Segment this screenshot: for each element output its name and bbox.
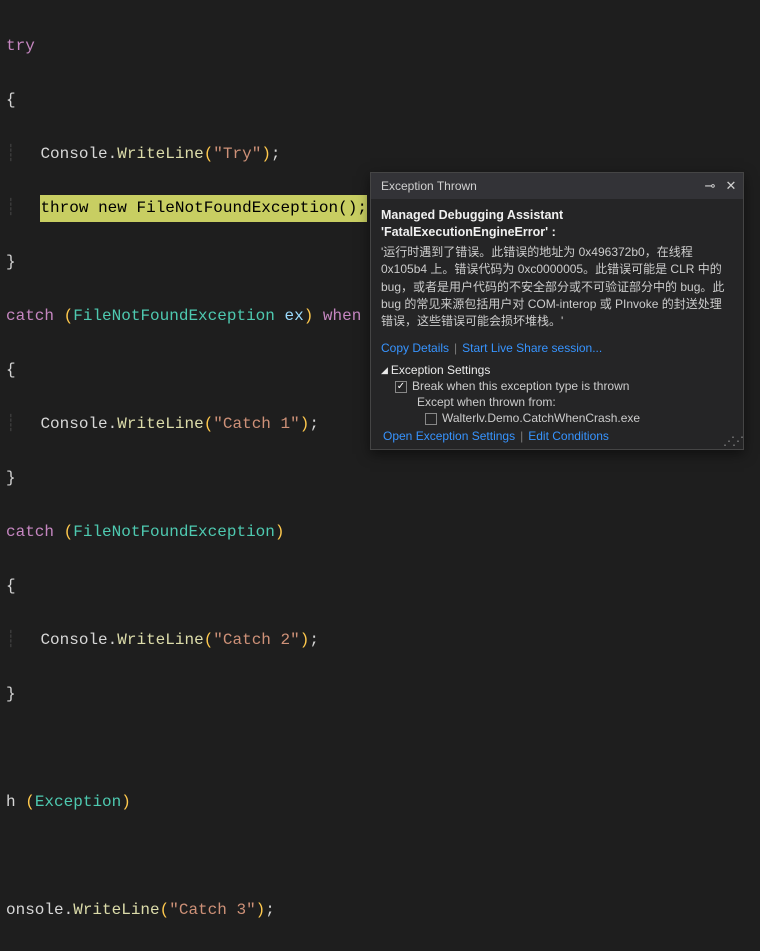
except-item-checkbox[interactable]: [425, 413, 437, 425]
resize-grip-icon[interactable]: ⋰⋰: [723, 434, 741, 449]
except-item-label: Walterlv.Demo.CatchWhenCrash.exe: [442, 411, 640, 425]
code-line: }: [6, 465, 760, 492]
code-line: ┊ Console.WriteLine("Try");: [6, 141, 760, 168]
code-line: h (Exception): [6, 789, 760, 816]
code-line: ┊ Console.WriteLine("Catch 2");: [6, 627, 760, 654]
code-line: [6, 735, 760, 762]
code-line: {: [6, 573, 760, 600]
edit-conditions-link[interactable]: Edit Conditions: [528, 429, 609, 443]
exception-message-body: '运行时遇到了错误。此错误的地址为 0x496372b0，在线程 0x105b4…: [381, 244, 733, 331]
code-line: }: [6, 681, 760, 708]
exception-popup: Exception Thrown ⊸ ✕ Managed Debugging A…: [370, 172, 744, 450]
copy-details-link[interactable]: Copy Details: [381, 341, 449, 355]
exception-message-title: Managed Debugging Assistant 'FatalExecut…: [381, 207, 733, 241]
expand-triangle-icon: ◢: [381, 365, 388, 376]
close-icon[interactable]: ✕: [723, 178, 739, 194]
break-checkbox-label: Break when this exception type is thrown: [412, 379, 629, 393]
popup-body: Managed Debugging Assistant 'FatalExecut…: [371, 199, 743, 449]
code-line: onsole.WriteLine("Catch 3");: [6, 897, 760, 924]
start-liveshare-link[interactable]: Start Live Share session...: [462, 341, 602, 355]
code-line: try: [6, 33, 760, 60]
code-line: catch (FileNotFoundException): [6, 519, 760, 546]
brace-open: {: [6, 91, 16, 109]
exception-settings-header[interactable]: ◢Exception Settings: [381, 363, 733, 377]
code-line: [6, 843, 760, 870]
break-checkbox[interactable]: ✓: [395, 381, 407, 393]
popup-title: Exception Thrown: [381, 179, 702, 193]
popup-titlebar[interactable]: Exception Thrown ⊸ ✕: [371, 173, 743, 199]
except-when-label: Except when thrown from:: [381, 395, 733, 409]
code-line: {: [6, 87, 760, 114]
pin-icon[interactable]: ⊸: [702, 178, 718, 194]
code-editor[interactable]: try { ┊ Console.WriteLine("Try"); ┊ thro…: [0, 0, 760, 951]
keyword-try: try: [6, 37, 35, 55]
open-exception-settings-link[interactable]: Open Exception Settings: [383, 429, 515, 443]
